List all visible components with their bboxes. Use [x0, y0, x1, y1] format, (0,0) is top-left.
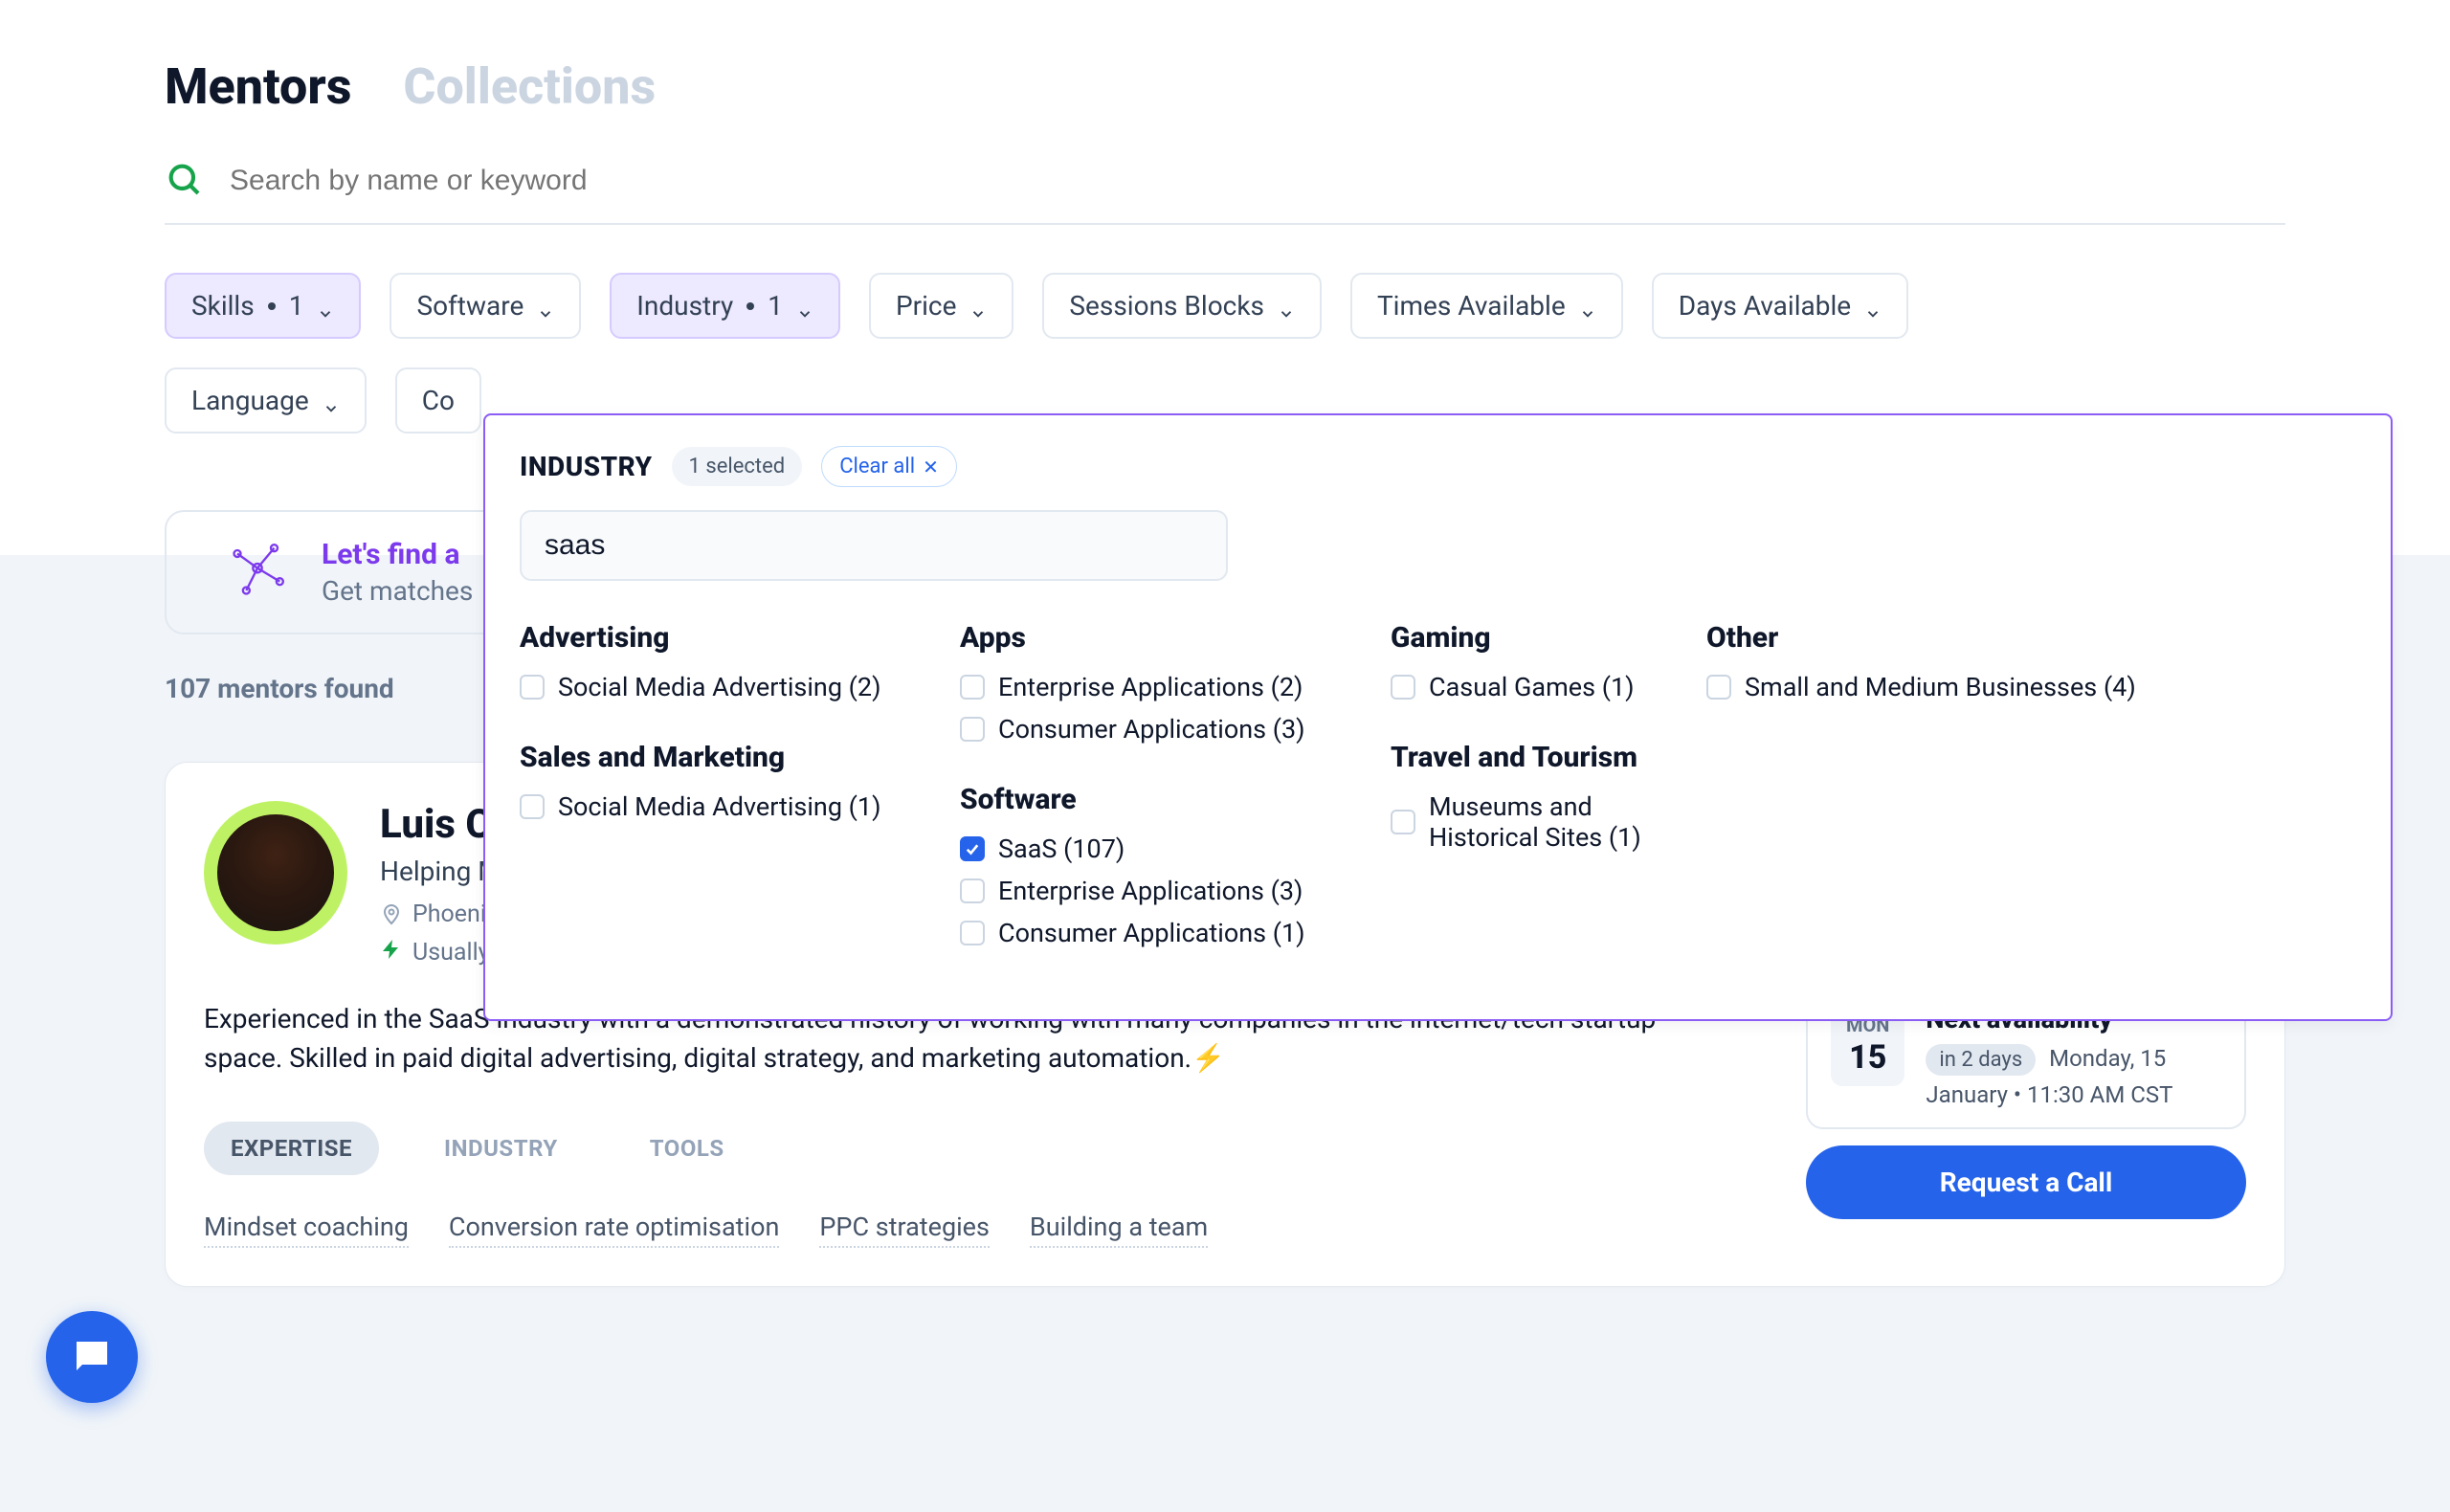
checkbox[interactable]	[1391, 675, 1415, 700]
expertise-tag[interactable]: Mindset coaching	[204, 1212, 409, 1248]
tab-mentors[interactable]: Mentors	[165, 57, 351, 116]
industry-option[interactable]: Enterprise Applications (3)	[960, 870, 1391, 912]
expertise-tag[interactable]: PPC strategies	[819, 1212, 990, 1248]
filter-label: Software	[416, 290, 523, 322]
filter-times[interactable]: Times Available	[1350, 273, 1623, 339]
checkbox[interactable]	[960, 921, 985, 945]
filter-skills[interactable]: Skills 1	[165, 273, 361, 339]
checkbox[interactable]	[1391, 810, 1415, 834]
group-gaming: Gaming	[1391, 621, 1706, 655]
chevron-down-icon	[537, 298, 554, 315]
industry-search-input[interactable]	[520, 510, 1228, 581]
filter-software[interactable]: Software	[390, 273, 581, 339]
clear-all-button[interactable]: Clear all ✕	[821, 446, 957, 487]
mentor-tab-tools[interactable]: TOOLS	[623, 1122, 751, 1175]
filter-count: 1	[289, 290, 304, 322]
industry-option[interactable]: Casual Games (1)	[1391, 666, 1706, 708]
availability-tz: January • 11:30 AM CST	[1926, 1081, 2221, 1108]
industry-option[interactable]: Social Media Advertising (1)	[520, 786, 960, 828]
filter-sessions[interactable]: Sessions Blocks	[1042, 273, 1322, 339]
group-other: Other	[1706, 621, 2356, 655]
industry-option[interactable]: Consumer Applications (1)	[960, 912, 1391, 954]
filter-label: Times Available	[1377, 290, 1566, 322]
filter-label: Industry	[636, 290, 733, 322]
filter-label: Days Available	[1679, 290, 1851, 322]
filter-days[interactable]: Days Available	[1652, 273, 1908, 339]
industry-option[interactable]: Museums and Historical Sites (1)	[1391, 786, 1706, 858]
filter-language[interactable]: Language	[165, 367, 367, 434]
checkbox-checked[interactable]	[960, 836, 985, 861]
checkbox[interactable]	[960, 717, 985, 742]
chevron-down-icon	[796, 298, 813, 315]
filter-label: Price	[896, 290, 956, 322]
dropdown-title: INDUSTRY	[520, 451, 653, 482]
expertise-tag[interactable]: Building a team	[1030, 1212, 1208, 1248]
dropdown-selected-badge: 1 selected	[672, 447, 803, 486]
chat-fab[interactable]	[46, 1311, 138, 1403]
filter-label: Sessions Blocks	[1069, 290, 1264, 322]
mentor-tab-expertise[interactable]: EXPERTISE	[204, 1122, 379, 1175]
clear-all-label: Clear all	[839, 455, 915, 478]
industry-option[interactable]: Consumer Applications (3)	[960, 708, 1391, 750]
industry-dropdown: INDUSTRY 1 selected Clear all ✕ Advertis…	[483, 413, 2393, 1021]
checkbox[interactable]	[1706, 675, 1731, 700]
avatar[interactable]	[204, 801, 347, 945]
promo-sub: Get matches	[322, 575, 473, 607]
network-icon	[224, 537, 291, 608]
request-call-button[interactable]: Request a Call	[1806, 1145, 2246, 1219]
industry-option[interactable]: Enterprise Applications (2)	[960, 666, 1391, 708]
tab-collections[interactable]: Collections	[403, 57, 656, 116]
chevron-down-icon	[1864, 298, 1882, 315]
search-icon	[165, 160, 203, 202]
chat-icon	[69, 1334, 115, 1380]
chevron-down-icon	[323, 392, 340, 410]
filter-industry[interactable]: Industry 1	[610, 273, 840, 339]
group-apps: Apps	[960, 621, 1391, 655]
checkbox[interactable]	[960, 675, 985, 700]
pin-icon	[380, 903, 403, 926]
bolt-icon	[380, 938, 403, 967]
close-icon: ✕	[923, 456, 939, 478]
availability-date: Monday, 15	[2049, 1045, 2166, 1072]
chevron-down-icon	[1579, 298, 1596, 315]
filter-count: 1	[768, 290, 783, 322]
chevron-down-icon	[969, 298, 987, 315]
search-input[interactable]	[230, 165, 2285, 197]
promo-title: Let's find a	[322, 538, 473, 571]
dot-icon	[268, 302, 276, 310]
group-sales: Sales and Marketing	[520, 741, 960, 774]
mentor-tab-industry[interactable]: INDUSTRY	[417, 1122, 585, 1175]
checkbox[interactable]	[520, 794, 545, 819]
checkbox[interactable]	[960, 878, 985, 903]
group-software: Software	[960, 783, 1391, 816]
filter-label: Language	[191, 385, 309, 416]
availability-day: 15	[1846, 1038, 1889, 1077]
filter-price[interactable]: Price	[869, 273, 1013, 339]
chevron-down-icon	[1278, 298, 1295, 315]
expertise-tag[interactable]: Conversion rate optimisation	[449, 1212, 779, 1248]
filter-label: Skills	[191, 290, 255, 322]
checkbox[interactable]	[520, 675, 545, 700]
dot-icon	[746, 302, 754, 310]
filter-label: Co	[422, 385, 455, 416]
industry-option[interactable]: Small and Medium Businesses (4)	[1706, 666, 2356, 708]
group-travel: Travel and Tourism	[1391, 741, 1706, 774]
industry-option[interactable]: Social Media Advertising (2)	[520, 666, 960, 708]
filter-country[interactable]: Co	[395, 367, 481, 434]
availability-chip: in 2 days	[1926, 1044, 2036, 1076]
group-advertising: Advertising	[520, 621, 960, 655]
chevron-down-icon	[317, 298, 334, 315]
industry-option-saas[interactable]: SaaS (107)	[960, 828, 1391, 870]
